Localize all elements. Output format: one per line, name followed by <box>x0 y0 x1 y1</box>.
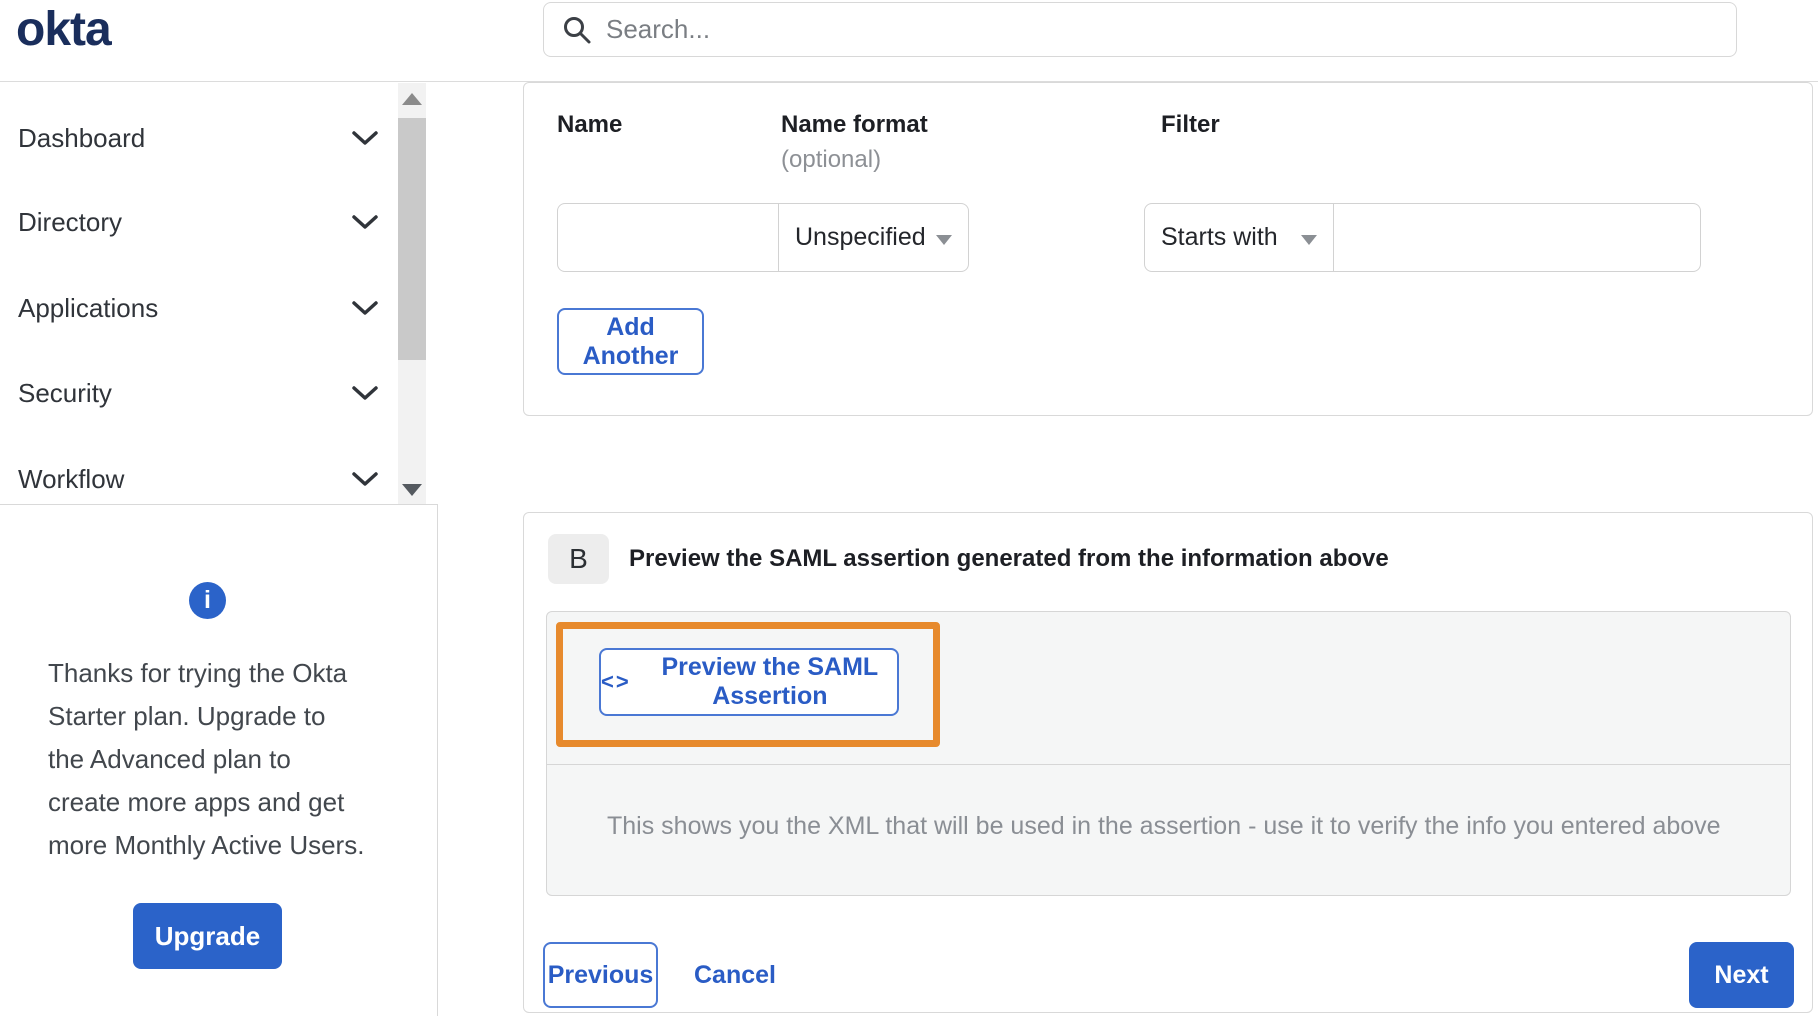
chevron-down-icon <box>352 386 378 400</box>
name-format-select[interactable]: Unspecified <box>778 203 969 272</box>
filter-value-input[interactable] <box>1333 203 1701 272</box>
promo-line: Starter plan. Upgrade to <box>48 701 326 731</box>
promo-line: create more apps and get <box>48 787 345 817</box>
sidebar-item-label: Directory <box>18 206 123 237</box>
preview-saml-assertion-button[interactable]: <> Preview the SAML Assertion <box>599 648 899 716</box>
sidebar-item-label: Workflow <box>18 463 125 494</box>
annotation-highlight-rect: <> Preview the SAML Assertion <box>556 622 940 747</box>
sidebar-item-directory[interactable]: Directory <box>18 196 378 248</box>
promo-line: the Advanced plan to <box>48 744 291 774</box>
scroll-up-arrow-icon[interactable] <box>402 93 422 105</box>
promo-line: more Monthly Active Users. <box>48 830 365 860</box>
name-format-selected-value: Unspecified <box>795 223 926 251</box>
filter-column-label: Filter <box>1161 111 1220 138</box>
promo-line: Thanks for trying the Okta <box>48 658 348 688</box>
sidebar-item-security[interactable]: Security <box>18 367 378 419</box>
search-icon <box>564 16 591 43</box>
step-b-badge: B <box>548 534 609 584</box>
sidebar-bottom-divider <box>0 504 437 505</box>
attribute-statements-panel: Name Name format (optional) Filter Unspe… <box>523 82 1813 416</box>
preview-assertion-panel: B Preview the SAML assertion generated f… <box>523 512 1813 1013</box>
filter-type-selected-value: Starts with <box>1161 223 1278 251</box>
preview-assertion-box: <> Preview the SAML Assertion This shows… <box>546 611 1791 896</box>
preview-section-heading: Preview the SAML assertion generated fro… <box>629 545 1389 572</box>
plan-promo-text: Thanks for trying the Okta Starter plan.… <box>48 652 393 867</box>
cancel-link[interactable]: Cancel <box>694 942 776 1008</box>
name-format-optional-label: (optional) <box>781 146 882 173</box>
preview-helper-text: This shows you the XML that will be used… <box>607 812 1721 840</box>
sidebar-item-workflow[interactable]: Workflow <box>18 453 378 505</box>
name-format-column-label: Name format <box>781 111 928 138</box>
scrollbar-thumb[interactable] <box>398 118 426 360</box>
sidebar-item-label: Security <box>18 377 112 408</box>
sidebar-item-applications[interactable]: Applications <box>18 282 378 334</box>
chevron-down-icon <box>352 215 378 229</box>
filter-type-select[interactable]: Starts with <box>1144 203 1334 272</box>
upgrade-button[interactable]: Upgrade <box>133 903 282 969</box>
code-icon: <> <box>601 669 631 694</box>
info-icon: i <box>189 582 226 619</box>
next-button[interactable]: Next <box>1689 942 1794 1008</box>
sidebar-right-divider <box>437 504 438 1016</box>
global-search[interactable] <box>543 2 1737 57</box>
okta-logo: okta <box>16 3 112 56</box>
preview-button-row: <> Preview the SAML Assertion <box>547 612 1790 765</box>
add-another-button[interactable]: Add Another <box>557 308 704 375</box>
chevron-down-icon <box>352 472 378 486</box>
chevron-down-icon <box>352 131 378 145</box>
top-header: okta <box>0 0 1818 82</box>
select-caret-icon <box>936 235 952 245</box>
chevron-down-icon <box>352 301 378 315</box>
sidebar-scrollbar[interactable] <box>398 83 426 504</box>
select-caret-icon <box>1301 235 1317 245</box>
scroll-down-arrow-icon[interactable] <box>402 484 422 496</box>
sidebar-item-label: Applications <box>18 292 159 323</box>
previous-button[interactable]: Previous <box>543 942 658 1008</box>
okta-admin-page: okta Dashboard Directory Applications Se… <box>0 0 1818 1016</box>
search-input[interactable] <box>606 14 1606 45</box>
sidebar-item-label: Dashboard <box>18 122 146 153</box>
preview-button-label: Preview the SAML Assertion <box>661 653 879 710</box>
attribute-name-input[interactable] <box>557 203 779 272</box>
name-column-label: Name <box>557 111 623 138</box>
sidebar-item-dashboard[interactable]: Dashboard <box>18 112 378 164</box>
